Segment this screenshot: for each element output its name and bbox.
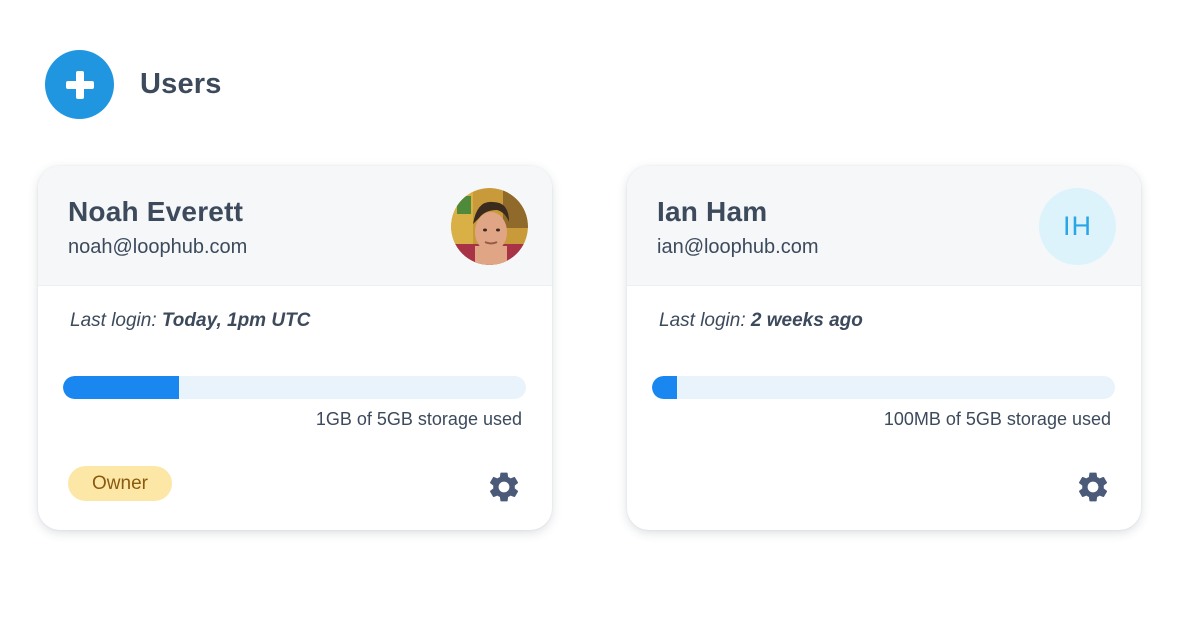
gear-icon[interactable] (486, 469, 522, 505)
avatar-photo (451, 188, 528, 265)
user-card-header: Ian Ham ian@loophub.com IH (627, 166, 1141, 286)
storage-progress-fill (63, 376, 179, 399)
avatar (451, 188, 528, 265)
storage-progress-bar (63, 376, 526, 399)
plus-icon (65, 70, 94, 99)
last-login: Last login: 2 weeks ago (659, 310, 863, 332)
storage-text: 1GB of 5GB storage used (315, 409, 522, 429)
last-login-label: Last login: (659, 310, 746, 331)
storage-progress-fill (652, 376, 678, 399)
add-user-button[interactable] (45, 50, 114, 119)
last-login-label: Last login: (70, 310, 157, 331)
storage-progress-bar (652, 376, 1115, 399)
last-login-value: 2 weeks ago (750, 310, 863, 331)
page-title: Users (140, 68, 222, 100)
storage-text: 100MB of 5GB storage used (883, 409, 1111, 429)
gear-icon[interactable] (1075, 469, 1111, 505)
user-email: noah@loophub.com (68, 236, 248, 258)
user-card: Noah Everett noah@loophub.com Last login… (38, 166, 552, 530)
user-name: Noah Everett (68, 196, 244, 227)
user-card: Ian Ham ian@loophub.com IH Last login: 2… (627, 166, 1141, 530)
user-name: Ian Ham (657, 196, 768, 227)
user-card-header: Noah Everett noah@loophub.com (38, 166, 552, 286)
page-header: Users (45, 50, 222, 119)
user-email: ian@loophub.com (657, 236, 819, 258)
role-badge: Owner (68, 466, 172, 501)
last-login-value: Today, 1pm UTC (161, 310, 311, 331)
last-login: Last login: Today, 1pm UTC (70, 310, 310, 332)
avatar-initials: IH (1039, 188, 1116, 265)
